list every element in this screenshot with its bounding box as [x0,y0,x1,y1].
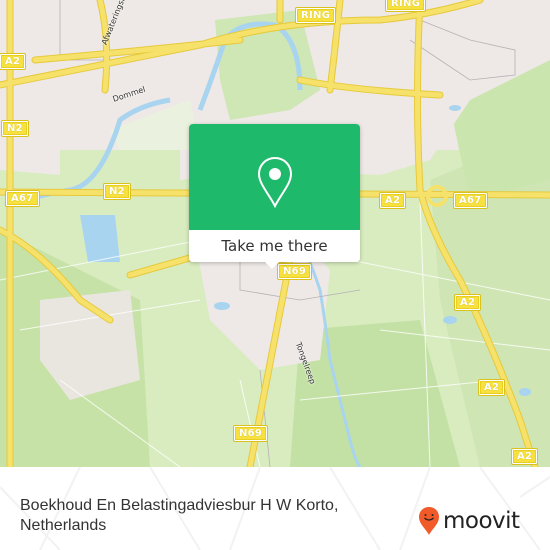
map-pin-icon [257,156,293,208]
take-me-there-button[interactable]: Take me there [189,230,360,262]
popup-pointer [264,261,280,269]
popup-header [189,124,360,230]
take-me-there-label: Take me there [221,237,328,255]
map-view[interactable]: A2 N2 A67 N2 RING RING A2 A67 N69 A2 A2 … [0,0,550,467]
road-shield-a2: A2 [0,53,27,70]
road-shield-a2: A2 [477,379,506,396]
road-shield-ring: RING [384,0,427,12]
road-shield-ring: RING [294,7,337,24]
road-shield-a2: A2 [378,192,407,209]
moovit-logo[interactable]: moovit [418,505,520,537]
moovit-pin-icon [419,507,439,535]
road-shield-a2: A2 [453,294,482,311]
moovit-wordmark: moovit [443,508,520,534]
road-shield-n2: N2 [1,120,29,137]
place-name: Boekhoud En Belastingadviesbur H W Korto… [20,497,339,534]
location-popup[interactable]: Take me there [189,124,360,269]
road-shield-a2: A2 [510,448,539,465]
road-shield-a67: A67 [453,192,488,209]
road-shield-n69: N69 [232,425,269,442]
road-shield-n2: N2 [103,183,131,200]
road-shield-n69: N69 [276,263,313,280]
road-shield-a67: A67 [5,190,40,207]
